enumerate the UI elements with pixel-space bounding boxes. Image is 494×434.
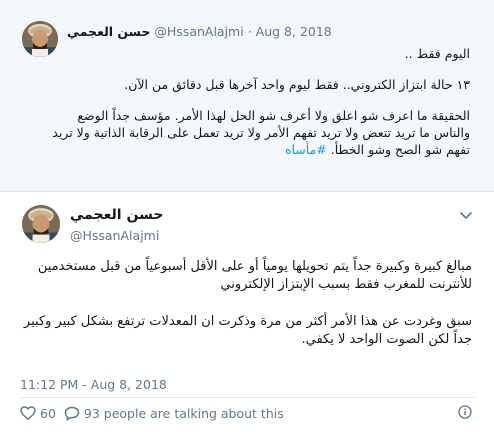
quoted-tweet-text: اليوم فقط .. ١٣ حالة ابتزاز الكتروني.. ف… xyxy=(50,45,470,172)
divider xyxy=(20,397,474,398)
chevron-down-icon[interactable] xyxy=(460,212,472,220)
quoted-date[interactable]: Aug 8, 2018 xyxy=(256,24,332,39)
quoted-paragraph: ١٣ حالة ابتزاز الكتروني.. فقط ليوم واحد … xyxy=(124,77,470,92)
like-count: 60 xyxy=(40,405,56,421)
tweet-embed: حسن العجمي @HssanAlajmi · Aug 8, 2018 ال… xyxy=(0,0,494,434)
tweet-paragraph: مبالغ كبيرة وكبيرة جداً يتم تحويلها يومي… xyxy=(37,259,472,292)
display-name[interactable]: حسن العجمي xyxy=(70,207,163,223)
heart-icon xyxy=(20,406,36,420)
quoted-handle[interactable]: @HssanAlajmi xyxy=(154,24,243,39)
quoted-paragraph: الحقيقة ما اعرف شو اعلق ولا أعرف شو الحل… xyxy=(50,107,470,158)
quoted-tweet-header: حسن العجمي @HssanAlajmi · Aug 8, 2018 xyxy=(67,24,332,39)
handle[interactable]: @HssanAlajmi xyxy=(70,228,159,243)
tweet-text: مبالغ كبيرة وكبيرة جداً يتم تحويلها يومي… xyxy=(12,258,472,368)
tweet-paragraph: سبق وغردت عن هذا الأمر أكثر من مرة وذكرت… xyxy=(23,314,472,347)
like-button[interactable]: 60 xyxy=(20,406,56,421)
avatar-image xyxy=(22,205,60,243)
hashtag-link[interactable]: #مأساه xyxy=(285,142,327,157)
conversation-link[interactable]: 93 people are talking about this xyxy=(64,406,284,421)
speech-bubble-icon xyxy=(64,406,80,421)
quoted-separator: · xyxy=(247,24,252,39)
info-icon[interactable] xyxy=(458,405,472,419)
quoted-paragraph-text: الحقيقة ما اعرف شو اعلق ولا أعرف شو الحل… xyxy=(52,108,470,157)
avatar[interactable] xyxy=(22,205,60,243)
people-talking-text: 93 people are talking about this xyxy=(83,405,284,421)
quoted-tweet[interactable]: حسن العجمي @HssanAlajmi · Aug 8, 2018 ال… xyxy=(0,0,494,192)
quoted-paragraph: اليوم فقط .. xyxy=(404,46,470,61)
tweet-actions: 60 93 people are talking about this xyxy=(20,404,292,422)
timestamp[interactable]: 11:12 PM - Aug 8, 2018 xyxy=(20,377,167,392)
quoted-display-name[interactable]: حسن العجمي xyxy=(67,24,150,39)
